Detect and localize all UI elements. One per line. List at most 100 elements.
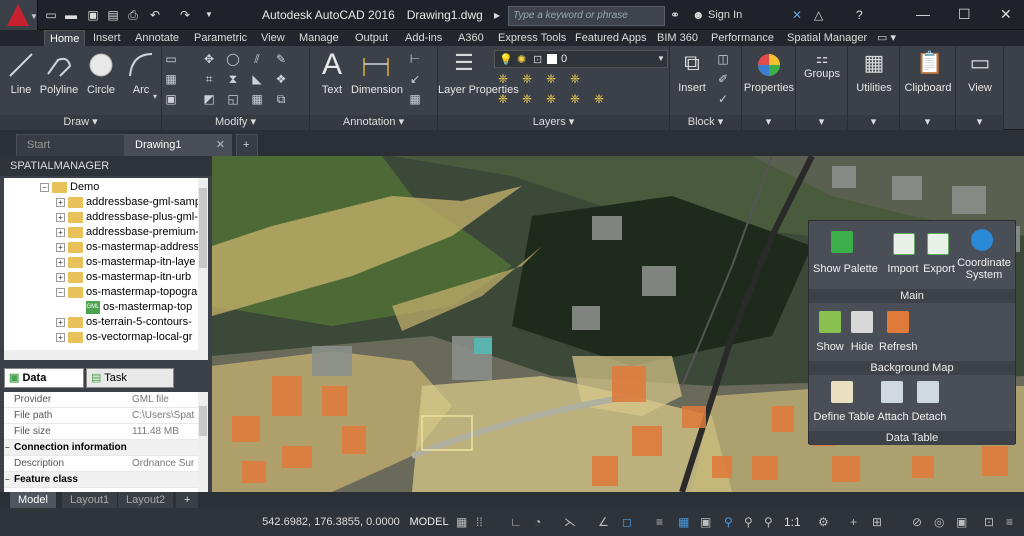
copy-icon[interactable]: ⌗ [202,72,216,86]
close-tab-icon[interactable]: ✕ [216,135,225,155]
clipboard-panel[interactable]: 📋 Clipboard ▾ [900,46,956,130]
view-expand[interactable]: ▾ [956,115,1003,130]
insert-button[interactable]: Insert [674,82,710,94]
property-section-header[interactable]: − Connection information [4,440,198,456]
undo-icon[interactable]: ↶ [148,8,162,22]
clean-screen-icon[interactable]: ▣ [956,514,967,530]
model-space-button[interactable]: MODEL [408,508,450,536]
circle-button[interactable]: Circle [84,84,118,96]
tab-output[interactable]: Output [350,30,393,46]
tab-layout2[interactable]: Layout2 [118,492,174,508]
edit-attributes-icon[interactable]: ✓ [716,92,730,106]
mirror-icon[interactable]: ⧗ [226,72,240,86]
tab-insert[interactable]: Insert [88,30,126,46]
expand-icon[interactable]: + [56,227,65,237]
coordinates-readout[interactable]: 542.6982, 176.3855, 0.0000 [256,508,406,536]
expand-icon[interactable]: + [56,212,65,222]
start-tab[interactable]: Start [16,134,126,156]
tree-item[interactable]: + addressbase-gml-samp [56,195,201,210]
a360-icon[interactable]: △ [814,8,823,22]
data-source-tree[interactable]: − Demo + addressbase-gml-samp + addressbase… [4,178,208,360]
tree-item[interactable]: + os-mastermap-address [56,240,199,255]
layer-match-icon[interactable]: ❈ [496,92,510,106]
attach-button[interactable]: Attach [875,411,911,423]
tree-item[interactable]: + addressbase-premium- [56,225,199,240]
tab-addins[interactable]: Add-ins [400,30,447,46]
fillet-icon[interactable]: ◣ [250,72,264,86]
tab-model[interactable]: Model [10,492,56,508]
coordinate-system-button[interactable]: Coordinate System [955,257,1013,281]
tree-item[interactable]: GML os-mastermap-top [86,300,192,315]
scrollbar-thumb[interactable] [199,406,207,436]
minimize-button[interactable]: — [916,6,930,22]
tab-task-manager[interactable]: ▤ Task manager [86,368,174,402]
layer-properties-button[interactable]: Layer Properties [438,84,519,96]
utilities-expand[interactable]: ▾ [848,115,899,130]
show-button[interactable]: Show [813,341,847,353]
customize-qat-icon[interactable]: ▼ [202,8,216,22]
modify-panel-title[interactable]: Modify ▾ [162,115,309,130]
expand-icon[interactable]: + [56,242,65,252]
tab-featured-apps[interactable]: Featured Apps [570,30,652,46]
redo-icon[interactable]: ↷ [178,8,192,22]
layer-lock-icon[interactable]: ❈ [568,72,582,86]
annotation-panel-title[interactable]: Annotation ▾ [310,115,437,130]
rotate-icon[interactable]: ◯ [226,52,240,66]
customization-icon[interactable]: ≡ [1006,514,1013,530]
grid-icon[interactable]: ▦ [456,514,467,530]
tab-spatial-manager[interactable]: Spatial Manager [782,30,872,46]
workspace-gear-icon[interactable]: ⚙ [818,514,829,530]
properties-scrollbar[interactable] [198,392,208,492]
lineweight-icon[interactable]: ≡ [656,514,663,530]
tree-item[interactable]: + os-mastermap-itn-laye [56,255,195,270]
tab-overflow-icon[interactable]: ▭ ▾ [872,30,901,46]
properties-expand[interactable]: ▾ [742,115,795,130]
tree-item[interactable]: − os-mastermap-topogra [56,285,197,300]
line-button[interactable]: Line [4,84,38,96]
tab-manage[interactable]: Manage [294,30,344,46]
layers-panel-title[interactable]: Layers ▾ [438,115,669,130]
groups-expand[interactable]: ▾ [796,115,847,130]
fullscreen-icon[interactable]: ⊡ [984,514,994,530]
tree-item[interactable]: − Demo [40,180,99,195]
annotation-visibility-icon[interactable]: ⚲ [724,514,733,530]
explode-icon[interactable]: ❖ [274,72,288,86]
create-block-icon[interactable]: ◫ [716,52,730,66]
layer-unisolate-icon[interactable]: ❈ [544,92,558,106]
properties-panel[interactable]: Properties ▾ [742,46,796,130]
layer-dropdown[interactable]: 💡 ✺ ⊡ 0 ▼ [494,50,668,68]
selection-cycling-icon[interactable]: ▣ [700,514,711,530]
transparency-icon[interactable]: ▦ [678,514,689,530]
import-button[interactable]: Import [885,263,921,275]
tree-item[interactable]: + os-vectormap-local-gr [56,330,192,345]
annotation-monitor-icon[interactable]: + [850,514,857,530]
maximize-button[interactable]: ☐ [958,6,971,23]
tab-a360[interactable]: A360 [453,30,489,46]
ortho-icon[interactable]: ∟ [510,514,522,530]
search-expand-icon[interactable]: ▸ [494,8,500,22]
tree-item[interactable]: + os-terrain-5-contours- [56,315,192,330]
tab-express-tools[interactable]: Express Tools [493,30,571,46]
hardware-acceleration-icon[interactable]: ◎ [934,514,944,530]
tree-vertical-scrollbar[interactable] [198,178,208,360]
tab-bim360[interactable]: BIM 360 [652,30,703,46]
sign-in-button[interactable]: Sign In [708,9,742,21]
tab-parametric[interactable]: Parametric [189,30,252,46]
multileader-icon[interactable]: ↙ [408,72,422,86]
leader-icon[interactable]: ⊢ [408,52,422,66]
draw-panel-title[interactable]: Draw ▾ [0,115,161,130]
detach-button[interactable]: Detach [911,411,947,423]
binoculars-icon[interactable]: ⚭ [670,8,680,22]
add-layout-button[interactable]: + [176,492,199,508]
erase-icon[interactable]: ✎ [274,52,288,66]
new-icon[interactable]: ▭ [44,8,58,22]
expand-icon[interactable]: + [56,257,65,267]
gradient-icon[interactable]: ▣ [164,92,178,106]
export-button[interactable]: Export [921,263,957,275]
exchange-icon[interactable]: ✕ [792,8,802,22]
block-panel-title[interactable]: Block ▾ [670,115,741,130]
osnap-icon[interactable]: ◻ [622,514,632,530]
tab-data-sources[interactable]: ▣ Data sources [4,368,84,402]
tab-performance[interactable]: Performance [706,30,779,46]
layer-freeze-icon[interactable]: ❈ [544,72,558,86]
